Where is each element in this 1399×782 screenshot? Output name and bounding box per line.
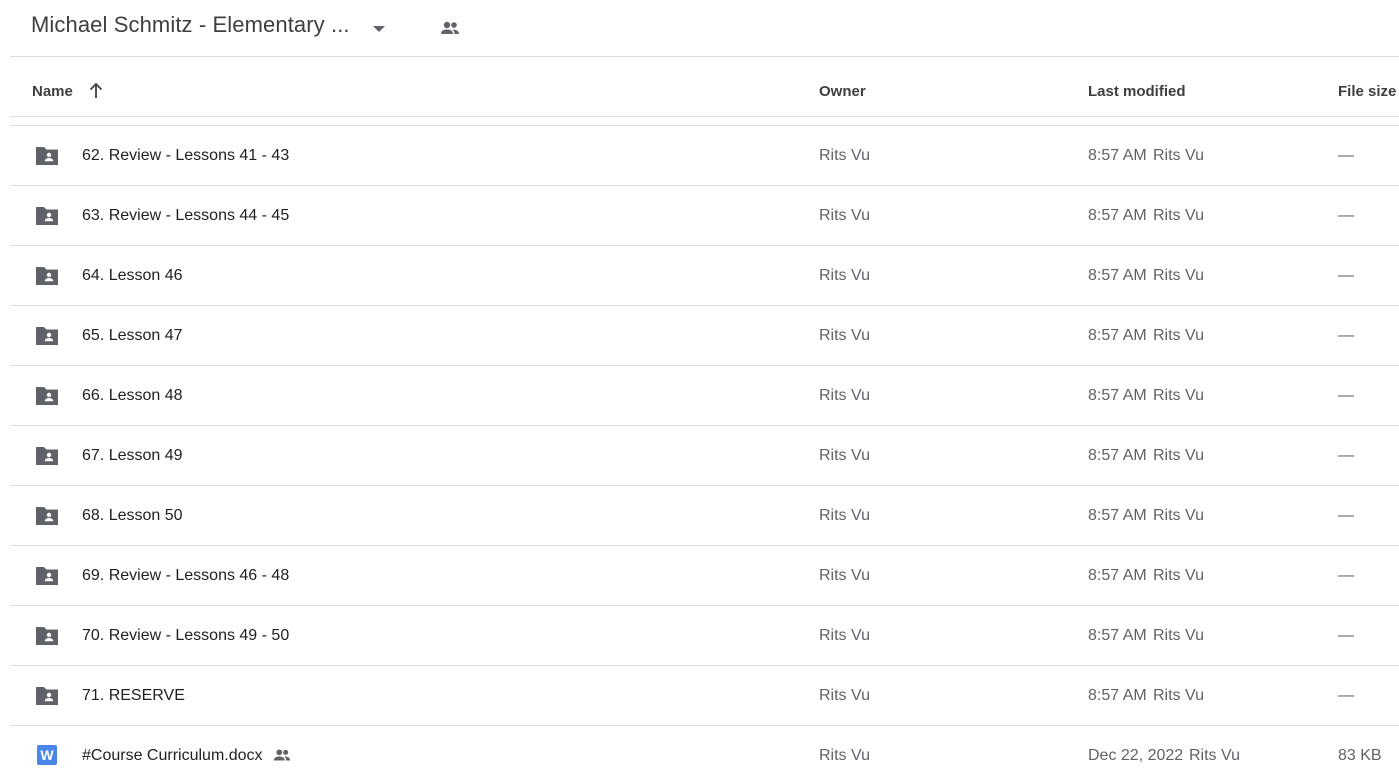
file-size: — — [1338, 147, 1354, 164]
file-list-row[interactable]: 68. Lesson 50 Rits Vu 8:57 AM Rits Vu — — [10, 486, 1399, 546]
file-list-row[interactable]: 70. Review - Lessons 49 - 50 Rits Vu 8:57 … — [10, 606, 1399, 666]
shared-folder-icon — [34, 504, 60, 528]
column-owner-header[interactable]: Owner — [819, 83, 866, 100]
file-list-row[interactable]: W #Course Curriculum.docx Rits Vu Dec 22, 2… — [10, 726, 1399, 782]
file-name[interactable]: 65. Lesson 47 — [82, 327, 183, 345]
file-modified-by: Rits Vu — [1153, 687, 1204, 704]
file-modified-by: Rits Vu — [1153, 447, 1204, 464]
folder-header: Michael Schmitz - Elementary ... — [0, 0, 1399, 56]
file-size: — — [1338, 207, 1354, 224]
file-size: — — [1338, 447, 1354, 464]
file-modified-by: Rits Vu — [1153, 327, 1204, 344]
file-owner: Rits Vu — [819, 147, 870, 164]
file-name[interactable]: 67. Lesson 49 — [82, 447, 183, 465]
file-modified-date: 8:57 AM — [1088, 687, 1147, 704]
file-owner: Rits Vu — [819, 327, 870, 344]
people-icon[interactable] — [438, 16, 462, 40]
file-modified-by: Rits Vu — [1153, 627, 1204, 644]
file-modified-date: 8:57 AM — [1088, 387, 1147, 404]
file-size: 83 KB — [1338, 747, 1382, 764]
file-owner: Rits Vu — [819, 447, 870, 464]
file-list-row[interactable]: 69. Review - Lessons 46 - 48 Rits Vu 8:57 … — [10, 546, 1399, 606]
file-modified-date: 8:57 AM — [1088, 327, 1147, 344]
shared-folder-icon — [34, 624, 60, 648]
file-modified-date: 8:57 AM — [1088, 567, 1147, 584]
file-modified-date: 8:57 AM — [1088, 507, 1147, 524]
file-name[interactable]: 70. Review - Lessons 49 - 50 — [82, 627, 289, 645]
file-modified-date: 8:57 AM — [1088, 207, 1147, 224]
shared-folder-icon — [34, 204, 60, 228]
file-modified-by: Rits Vu — [1153, 387, 1204, 404]
file-modified-by: Rits Vu — [1153, 567, 1204, 584]
shared-folder-icon — [34, 444, 60, 468]
file-name[interactable]: #Course Curriculum.docx — [82, 747, 263, 765]
file-size: — — [1338, 267, 1354, 284]
file-modified-date: Dec 22, 2022 — [1088, 747, 1184, 764]
file-modified-date: 8:57 AM — [1088, 147, 1147, 164]
file-modified-date: 8:57 AM — [1088, 447, 1147, 464]
file-size: — — [1338, 687, 1354, 704]
file-name[interactable]: 66. Lesson 48 — [82, 387, 183, 405]
file-owner: Rits Vu — [819, 747, 870, 764]
arrow-up-icon[interactable] — [86, 81, 106, 101]
shared-folder-icon — [34, 264, 60, 288]
file-owner: Rits Vu — [819, 507, 870, 524]
file-owner: Rits Vu — [819, 387, 870, 404]
column-name-header[interactable]: Name — [32, 83, 73, 100]
column-header-divider — [10, 116, 1399, 117]
file-owner: Rits Vu — [819, 207, 870, 224]
shared-folder-icon — [34, 684, 60, 708]
file-list-row[interactable]: 64. Lesson 46 Rits Vu 8:57 AM Rits Vu — — [10, 246, 1399, 306]
file-owner: Rits Vu — [819, 627, 870, 644]
file-list: 62. Review - Lessons 41 - 43 Rits Vu 8:57 … — [10, 126, 1399, 782]
file-list-row[interactable]: 66. Lesson 48 Rits Vu 8:57 AM Rits Vu — — [10, 366, 1399, 426]
folder-title[interactable]: Michael Schmitz - Elementary ... — [31, 12, 350, 38]
file-list-row[interactable]: 71. RESERVE Rits Vu 8:57 AM Rits Vu — — [10, 666, 1399, 726]
file-modified-by: Rits Vu — [1153, 207, 1204, 224]
drive-folder-view: Michael Schmitz - Elementary ... Name Ow… — [0, 0, 1399, 782]
word-doc-icon: W — [37, 745, 57, 765]
column-file-size-header[interactable]: File size — [1338, 83, 1396, 100]
shared-folder-icon — [34, 324, 60, 348]
file-modified-date: 8:57 AM — [1088, 267, 1147, 284]
people-icon — [271, 746, 293, 766]
shared-folder-icon — [34, 564, 60, 588]
file-name[interactable]: 69. Review - Lessons 46 - 48 — [82, 567, 289, 585]
file-size: — — [1338, 567, 1354, 584]
file-owner: Rits Vu — [819, 267, 870, 284]
file-list-row[interactable]: 63. Review - Lessons 44 - 45 Rits Vu 8:57 … — [10, 186, 1399, 246]
column-header: Name Owner Last modified File size — [10, 57, 1399, 125]
file-name[interactable]: 63. Review - Lessons 44 - 45 — [82, 207, 289, 225]
shared-folder-icon — [34, 384, 60, 408]
file-modified-by: Rits Vu — [1153, 147, 1204, 164]
file-list-row[interactable]: 65. Lesson 47 Rits Vu 8:57 AM Rits Vu — — [10, 306, 1399, 366]
file-name[interactable]: 64. Lesson 46 — [82, 267, 183, 285]
file-name[interactable]: 68. Lesson 50 — [82, 507, 183, 525]
column-last-modified-header[interactable]: Last modified — [1088, 83, 1186, 100]
file-size: — — [1338, 387, 1354, 404]
shared-folder-icon — [34, 144, 60, 168]
file-name[interactable]: 62. Review - Lessons 41 - 43 — [82, 147, 289, 165]
file-size: — — [1338, 327, 1354, 344]
file-modified-by: Rits Vu — [1189, 747, 1240, 764]
file-owner: Rits Vu — [819, 687, 870, 704]
file-list-row[interactable]: 62. Review - Lessons 41 - 43 Rits Vu 8:57 … — [10, 126, 1399, 186]
file-size: — — [1338, 507, 1354, 524]
file-modified-date: 8:57 AM — [1088, 627, 1147, 644]
arrow-drop-down-icon[interactable] — [366, 16, 392, 40]
file-owner: Rits Vu — [819, 567, 870, 584]
file-list-row[interactable]: 67. Lesson 49 Rits Vu 8:57 AM Rits Vu — — [10, 426, 1399, 486]
file-size: — — [1338, 627, 1354, 644]
file-modified-by: Rits Vu — [1153, 267, 1204, 284]
file-name[interactable]: 71. RESERVE — [82, 687, 185, 705]
file-modified-by: Rits Vu — [1153, 507, 1204, 524]
